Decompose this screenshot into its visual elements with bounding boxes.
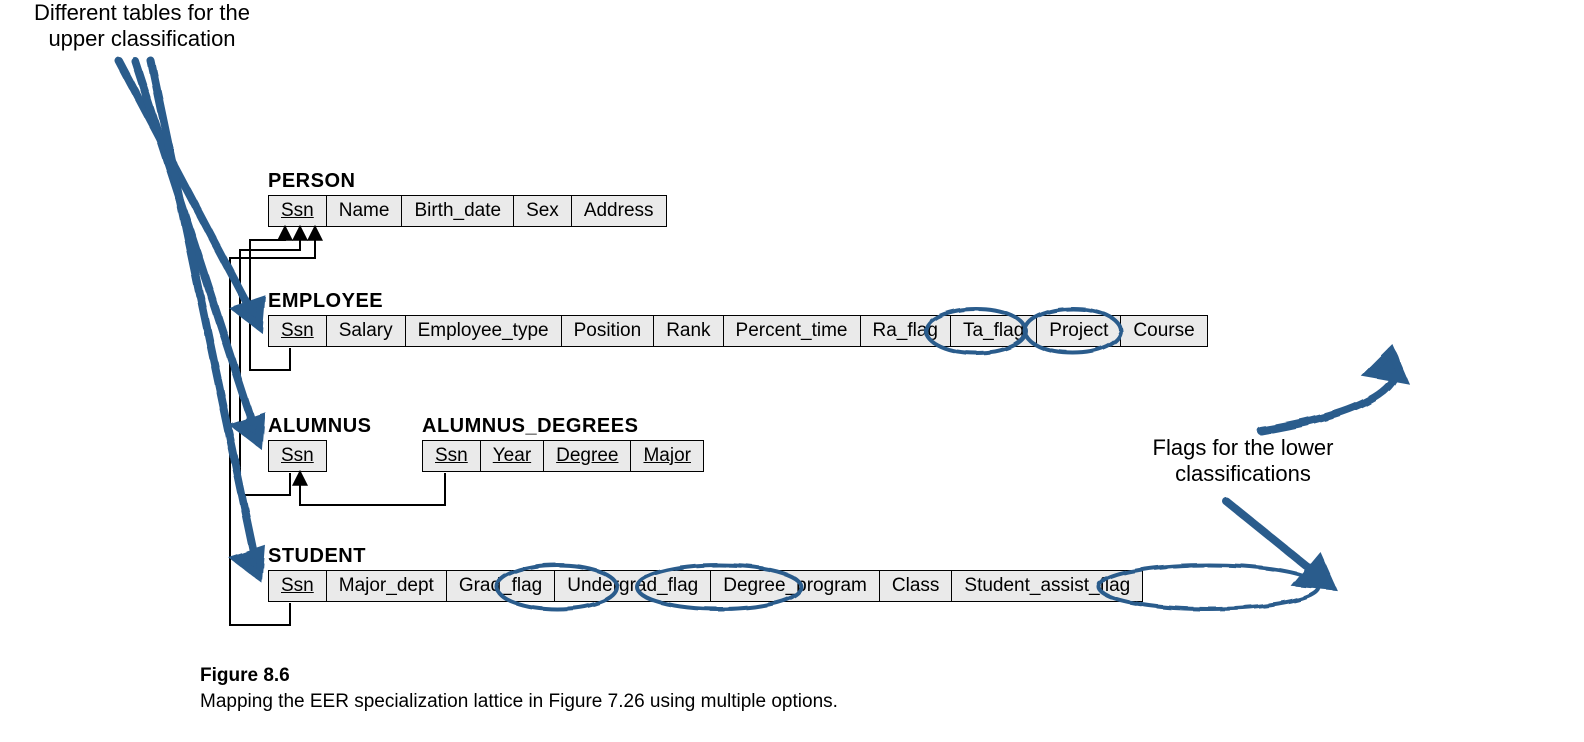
table-cell: Percent_time (724, 316, 861, 346)
table-title-employee: EMPLOYEE (268, 290, 383, 313)
table-cell: Project (1037, 316, 1121, 346)
table-employee: SsnSalaryEmployee_typePositionRankPercen… (268, 315, 1208, 347)
figure-caption: Figure 8.6 Mapping the EER specializatio… (200, 665, 838, 713)
table-cell: Name (327, 196, 403, 226)
overlay-svg (0, 0, 1584, 742)
table-cell: Ssn (423, 441, 481, 471)
table-title-person: PERSON (268, 170, 355, 193)
table-cell: Course (1121, 316, 1206, 346)
table-cell: Employee_type (406, 316, 562, 346)
table-cell: Ssn (269, 316, 327, 346)
diagram-stage: Different tables for the upper classific… (0, 0, 1584, 742)
table-cell: Sex (514, 196, 572, 226)
table-title-student: STUDENT (268, 545, 366, 568)
table-cell: Major_dept (327, 571, 447, 601)
figure-caption-text: Mapping the EER specialization lattice i… (200, 691, 838, 713)
table-cell: Ssn (269, 196, 327, 226)
table-alumnus: Ssn (268, 440, 327, 472)
table-cell: Undergrad_flag (555, 571, 711, 601)
table-cell: Birth_date (402, 196, 514, 226)
table-alumnus-degrees: SsnYearDegreeMajor (422, 440, 704, 472)
table-cell: Degree_program (711, 571, 880, 601)
table-student: SsnMajor_deptGrad_flagUndergrad_flagDegr… (268, 570, 1143, 602)
figure-caption-title: Figure 8.6 (200, 665, 838, 687)
table-cell: Major (631, 441, 703, 471)
table-cell: Ssn (269, 571, 327, 601)
table-cell: Position (562, 316, 655, 346)
table-cell: Address (572, 196, 666, 226)
table-cell: Ta_flag (951, 316, 1037, 346)
table-cell: Rank (654, 316, 723, 346)
table-cell: Year (481, 441, 544, 471)
table-cell: Degree (544, 441, 631, 471)
table-title-alumnus: ALUMNUS (268, 415, 372, 438)
annotation-upper: Different tables for the upper classific… (22, 0, 262, 53)
table-cell: Student_assist_flag (952, 571, 1142, 601)
annotation-lower: Flags for the lower classifications (1128, 435, 1358, 488)
table-title-alumnus-degrees: ALUMNUS_DEGREES (422, 415, 638, 438)
table-cell: Ra_flag (861, 316, 952, 346)
table-person: SsnNameBirth_dateSexAddress (268, 195, 667, 227)
table-cell: Grad_flag (447, 571, 555, 601)
table-cell: Class (880, 571, 953, 601)
table-cell: Salary (327, 316, 406, 346)
table-cell: Ssn (269, 441, 326, 471)
